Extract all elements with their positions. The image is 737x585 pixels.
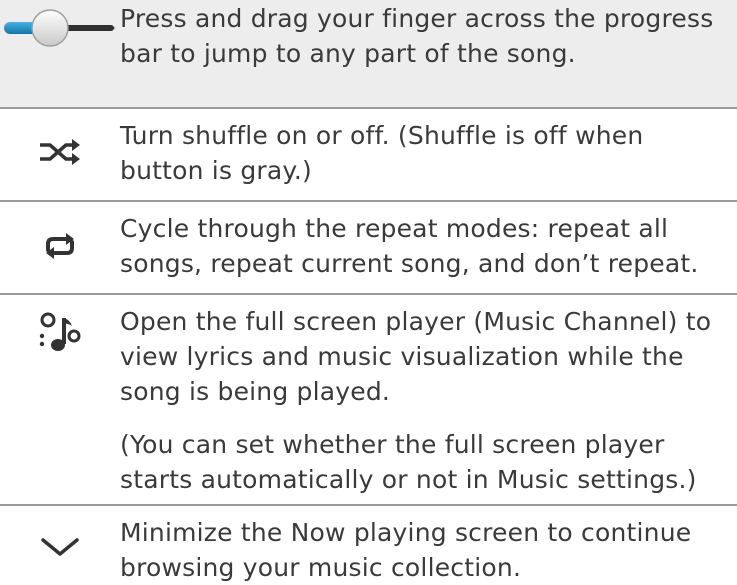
row-description: Minimize the Now playing screen to conti…	[120, 518, 692, 582]
shuffle-icon	[40, 139, 80, 165]
row-description: Cycle through the repeat modes: repeat a…	[120, 214, 699, 278]
music-channel-icon	[39, 312, 81, 351]
row-description: Open the full screen player (Music Chann…	[120, 307, 712, 406]
row-description: Press and drag your finger across the pr…	[120, 4, 714, 68]
icon-cell	[0, 506, 120, 579]
icon-cell	[0, 202, 120, 293]
icon-cell	[0, 0, 120, 107]
row-description: Turn shuffle on or off. (Shuffle is off …	[120, 121, 644, 185]
table-row: Open the full screen player (Music Chann…	[0, 295, 737, 506]
table-row: Turn shuffle on or off. (Shuffle is off …	[0, 109, 737, 202]
icon-cell	[0, 109, 120, 200]
table-row: Cycle through the repeat modes: repeat a…	[0, 202, 737, 295]
repeat-icon	[46, 233, 74, 259]
progress-slider-icon	[4, 9, 116, 47]
table-row: Press and drag your finger across the pr…	[0, 0, 737, 109]
controls-table: Press and drag your finger across the pr…	[0, 0, 737, 582]
table-row: Minimize the Now playing screen to conti…	[0, 506, 737, 582]
icon-cell	[0, 295, 120, 504]
row-note: (You can set whether the full screen pla…	[120, 430, 697, 494]
chevron-down-icon	[41, 538, 79, 556]
